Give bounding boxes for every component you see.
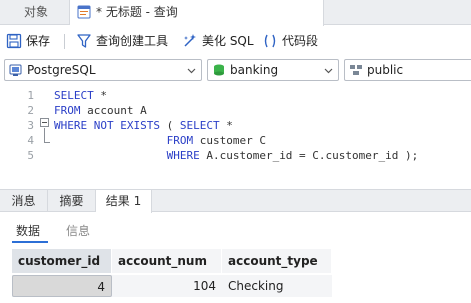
column-header-account-type[interactable]: account_type — [222, 249, 332, 273]
sql-keyword: FROM — [166, 134, 194, 147]
code-line: SELECT * — [54, 88, 107, 103]
result-tab-bar: 消息 摘要 结果 1 — [0, 189, 471, 213]
sql-indent — [54, 134, 167, 147]
code-snippet-label: 代码段 — [282, 34, 319, 48]
sql-text: A.customer_id = C.customer_id ); — [199, 149, 419, 162]
toolbar-divider — [64, 34, 65, 49]
fold-toggle-icon[interactable] — [40, 118, 49, 127]
code-line: WHERE A.customer_id = C.customer_id ); — [54, 148, 419, 163]
sql-editor[interactable]: 1 2 3 4 5 SELECT * FROM account A WHERE … — [0, 84, 471, 188]
database-value: banking — [230, 63, 279, 77]
active-tab-indicator — [12, 241, 48, 243]
document-tab-bar: 对象 * 无标题 - 查询 — [0, 0, 471, 26]
table-cell[interactable]: 104 — [112, 275, 222, 297]
code-line: WHERE NOT EXISTS ( SELECT * — [54, 118, 233, 133]
tab-summary[interactable]: 摘要 — [48, 190, 96, 212]
sql-text: ( — [159, 119, 180, 132]
line-number-gutter: 1 2 3 4 5 — [0, 84, 38, 188]
line-number: 4 — [27, 134, 34, 147]
tab-objects[interactable]: 对象 — [0, 0, 70, 25]
chevron-down-icon — [187, 68, 196, 74]
line-number: 1 — [27, 89, 34, 102]
code-line: FROM account A — [54, 103, 147, 118]
line-number: 5 — [27, 149, 34, 162]
column-header-account-num[interactable]: account_num — [112, 249, 222, 273]
save-label: 保存 — [26, 34, 51, 48]
line-number: 2 — [27, 104, 34, 117]
schema-value: public — [367, 63, 404, 77]
table-cell[interactable]: Checking — [222, 275, 332, 297]
query-builder-label: 查询创建工具 — [96, 34, 169, 48]
sql-text: * — [93, 89, 107, 102]
sql-keyword: WHERE — [166, 149, 200, 162]
result-sub-tabs: 数据 信息 — [0, 220, 471, 243]
sql-keyword: SELECT — [54, 89, 94, 102]
connection-value: PostgreSQL — [27, 63, 96, 77]
sql-keyword: SELECT — [179, 119, 220, 132]
query-tab-icon — [77, 5, 91, 19]
chevron-down-icon — [324, 68, 333, 74]
result-grid[interactable]: customer_id account_num account_type 4 1… — [0, 249, 471, 303]
fold-guide — [44, 128, 45, 143]
database-select[interactable]: banking — [207, 59, 339, 81]
tab-untitled-query[interactable]: * 无标题 - 查询 — [70, 0, 324, 26]
connection-select[interactable]: PostgreSQL — [4, 59, 202, 81]
postgresql-icon — [9, 64, 22, 76]
query-toolbar: 保存 查询创建工具 美化 SQL 代码段 — [0, 26, 471, 56]
tab-info[interactable]: 信息 — [66, 220, 90, 242]
beautify-sql-button[interactable]: 美化 SQL — [182, 32, 254, 50]
tab-result-1[interactable]: 结果 1 — [96, 190, 152, 213]
sql-keyword: WHERE NOT EXISTS — [54, 119, 160, 132]
beautify-sql-label: 美化 SQL — [202, 34, 254, 48]
sql-text: * — [219, 119, 233, 132]
tab-messages[interactable]: 消息 — [0, 190, 48, 212]
sql-text: customer C — [193, 134, 266, 147]
query-builder-icon — [77, 34, 91, 48]
database-icon — [214, 64, 224, 76]
code-snippet-button[interactable]: 代码段 — [262, 32, 326, 50]
code-snippet-icon — [264, 34, 276, 48]
sql-text: account A — [80, 104, 147, 117]
code-line: FROM customer C — [54, 133, 266, 148]
save-button[interactable]: 保存 — [6, 32, 56, 50]
schema-icon — [350, 65, 362, 75]
table-cell[interactable]: 4 — [12, 275, 112, 297]
sql-indent — [54, 149, 167, 162]
connection-selector-row: PostgreSQL banking public — [0, 57, 471, 83]
query-builder-button[interactable]: 查询创建工具 — [76, 32, 172, 50]
query-tab-title: * 无标题 - 查询 — [96, 5, 178, 19]
schema-select[interactable]: public — [344, 59, 471, 81]
line-number: 3 — [27, 119, 34, 132]
beautify-wand-icon — [184, 34, 196, 47]
fold-guide-end — [44, 142, 50, 143]
sql-keyword: FROM — [54, 104, 81, 117]
tab-data[interactable]: 数据 — [16, 220, 40, 242]
save-icon — [6, 33, 22, 49]
column-header-customer-id[interactable]: customer_id — [12, 249, 112, 273]
